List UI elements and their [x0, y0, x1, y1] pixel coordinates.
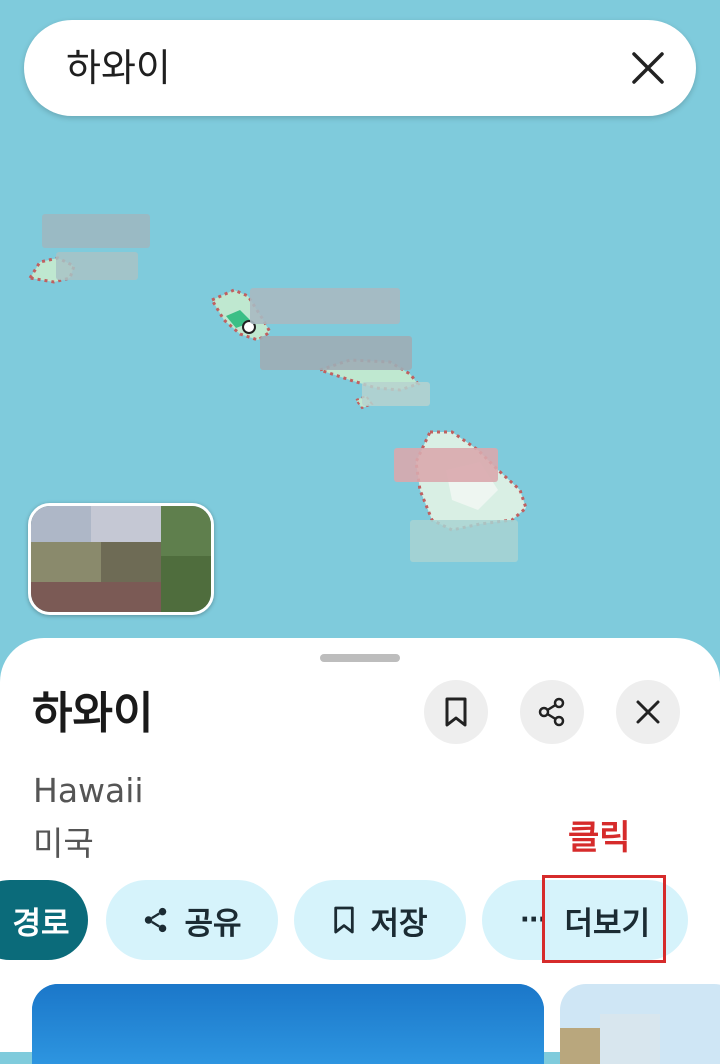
- blurred-label: [260, 336, 412, 370]
- search-bar[interactable]: 하와이: [24, 20, 696, 116]
- blurred-label: [42, 214, 150, 248]
- place-country: 미국: [33, 824, 94, 863]
- share-chip[interactable]: 공유: [106, 880, 278, 960]
- blurred-label: [362, 382, 430, 406]
- click-highlight-box: [542, 875, 666, 963]
- place-photo[interactable]: [560, 984, 720, 1064]
- close-icon[interactable]: [630, 50, 666, 86]
- share-label: 공유: [184, 905, 242, 942]
- blurred-label: [250, 288, 400, 324]
- blurred-label: [56, 252, 138, 280]
- drag-handle[interactable]: [320, 654, 400, 662]
- share-button[interactable]: [520, 680, 584, 744]
- directions-chip[interactable]: 경로: [0, 880, 88, 960]
- share-icon: [145, 907, 167, 933]
- save-label: 저장: [370, 905, 428, 942]
- blurred-label: [394, 448, 498, 482]
- save-chip[interactable]: 저장: [294, 880, 466, 960]
- bookmark-icon: [445, 697, 467, 727]
- blurred-label: [410, 520, 518, 562]
- share-icon: [538, 697, 565, 727]
- close-icon: [636, 700, 660, 724]
- place-photo[interactable]: [32, 984, 544, 1064]
- click-annotation: 클릭: [568, 818, 631, 858]
- directions-label: 경로: [12, 905, 70, 942]
- place-subtitle: Hawaii: [33, 771, 144, 810]
- bookmark-button[interactable]: [424, 680, 488, 744]
- search-input[interactable]: 하와이: [66, 46, 171, 90]
- place-bottom-sheet[interactable]: 하와이 Hawaii 미국 클릭 경로 공유 저장 ··· 더보기: [0, 638, 720, 1064]
- bookmark-icon: [334, 906, 355, 934]
- place-title: 하와이: [32, 688, 154, 739]
- close-sheet-button[interactable]: [616, 680, 680, 744]
- street-view-thumbnail[interactable]: [28, 503, 214, 615]
